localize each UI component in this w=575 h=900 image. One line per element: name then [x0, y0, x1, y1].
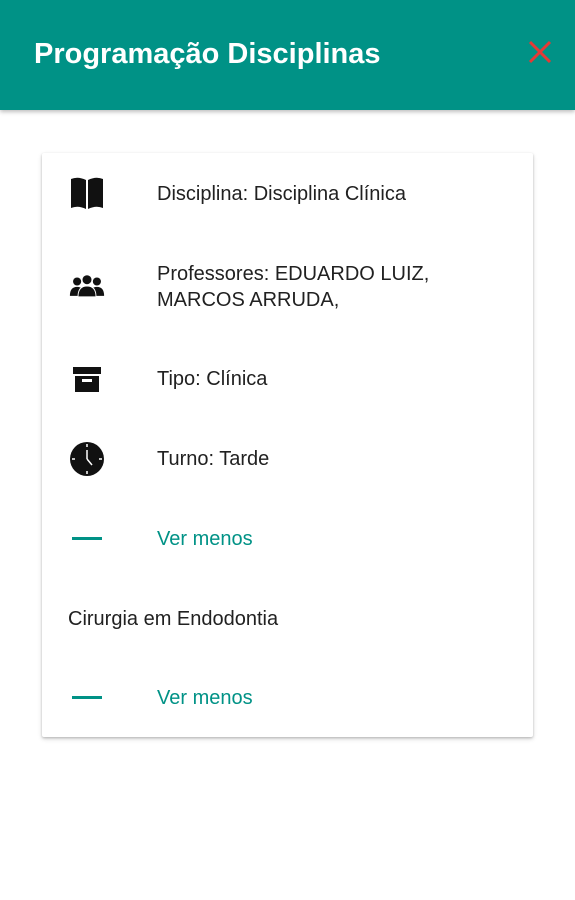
- professors-line-1: Professores: EDUARDO LUIZ,: [157, 263, 430, 285]
- type-label: Tipo: Clínica: [157, 368, 268, 390]
- book-icon: [69, 175, 105, 211]
- discipline-label: Disciplina: Disciplina Clínica: [157, 183, 406, 205]
- discipline-card: [42, 153, 533, 737]
- shift-label: Turno: Tarde: [157, 448, 270, 470]
- group-icon: [69, 268, 105, 304]
- subject-title: Cirurgia em Endodontia: [68, 608, 279, 630]
- close-button[interactable]: [524, 36, 556, 68]
- minus-icon[interactable]: [72, 537, 102, 540]
- archive-icon: [69, 361, 105, 397]
- close-icon: [528, 40, 552, 64]
- see-less-link[interactable]: Ver menos: [157, 526, 253, 552]
- minus-icon[interactable]: [72, 696, 102, 699]
- page-title: Programação Disciplinas: [34, 38, 381, 70]
- professors-line-2: MARCOS ARRUDA,: [157, 289, 340, 311]
- app-bar: Programação Disciplinas: [0, 0, 575, 110]
- see-less-link[interactable]: Ver menos: [157, 685, 253, 711]
- clock-icon: [69, 441, 105, 477]
